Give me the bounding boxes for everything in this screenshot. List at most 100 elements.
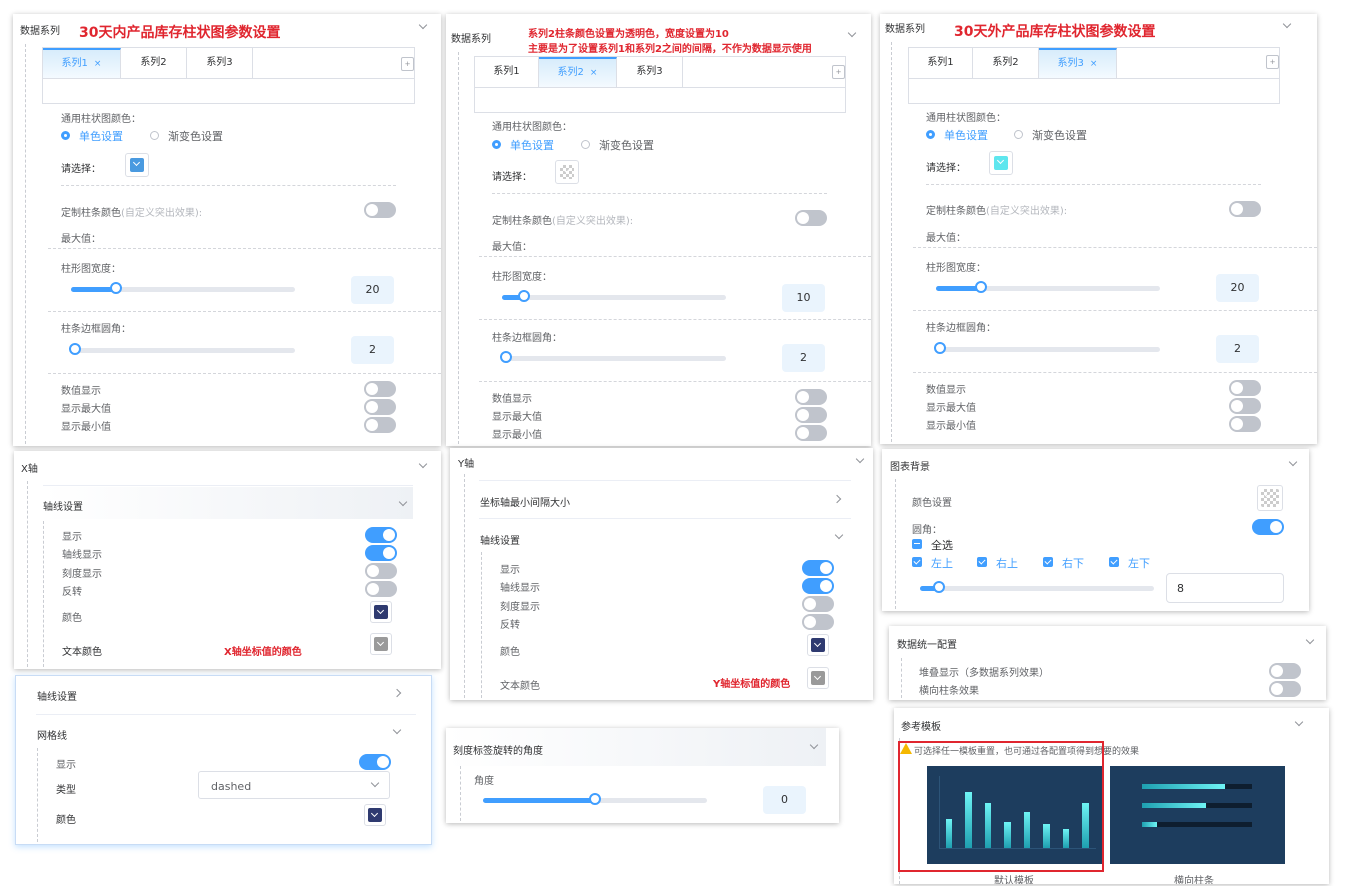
line-type-select[interactable]: dashed [198, 771, 390, 799]
tab-series-2[interactable]: 系列2 × [539, 57, 617, 87]
tab-series-3[interactable]: 系列3 [617, 57, 683, 87]
horizontal-template-name[interactable]: 横向柱条 [1174, 872, 1214, 884]
show-max-toggle[interactable] [1229, 398, 1261, 414]
add-series-icon[interactable]: + [1266, 55, 1279, 69]
tab-series-1[interactable]: 系列1 [909, 48, 973, 78]
radio-gradient-color[interactable] [1014, 130, 1023, 139]
radio-single-color[interactable] [926, 130, 935, 139]
chevron-down-icon[interactable] [1305, 635, 1315, 645]
chevron-down-icon[interactable] [834, 530, 844, 540]
axis-line-toggle[interactable] [365, 545, 397, 561]
chevron-down-icon[interactable] [847, 28, 857, 38]
text-color-picker[interactable] [807, 667, 829, 689]
bar-width-slider[interactable] [71, 282, 295, 294]
show-value-toggle[interactable] [364, 381, 396, 397]
radio-gradient-color[interactable] [150, 131, 159, 140]
default-template-name[interactable]: 默认模板 [994, 872, 1034, 884]
show-min-toggle[interactable] [1229, 416, 1261, 432]
color-picker[interactable] [555, 160, 579, 184]
tick-show-toggle[interactable] [365, 563, 397, 579]
tab-series-3[interactable]: 系列3 × [1039, 48, 1117, 78]
reverse-toggle[interactable] [365, 581, 397, 597]
angle-slider[interactable] [483, 793, 707, 805]
slider-handle[interactable] [518, 290, 531, 302]
bar-width-slider[interactable] [936, 281, 1160, 293]
axis-color-picker[interactable] [807, 634, 829, 656]
tab-series-2[interactable]: 系列2 [973, 48, 1039, 78]
radio-single-label[interactable]: 单色设置 [944, 127, 988, 143]
background-color-picker[interactable] [1257, 485, 1283, 511]
axis-settings-label[interactable]: 轴线设置 [37, 688, 77, 703]
axis-color-picker[interactable] [370, 601, 392, 623]
text-color-picker[interactable] [370, 633, 392, 655]
bar-radius-input[interactable]: 2 [782, 344, 825, 372]
custom-color-toggle[interactable] [795, 210, 827, 226]
bar-radius-slider[interactable] [69, 343, 295, 355]
bar-radius-input[interactable]: 2 [351, 336, 394, 364]
show-max-toggle[interactable] [364, 399, 396, 415]
color-picker[interactable] [989, 151, 1013, 175]
radius-slider[interactable] [920, 581, 1154, 593]
bar-radius-slider[interactable] [500, 351, 726, 363]
horizontal-template-thumbnail[interactable] [1110, 766, 1285, 864]
radius-toggle[interactable] [1252, 519, 1284, 535]
close-icon[interactable]: × [590, 68, 598, 78]
tab-series-3[interactable]: 系列3 [187, 48, 253, 78]
chevron-down-icon[interactable] [1288, 457, 1298, 467]
bar-width-input[interactable]: 10 [782, 284, 825, 312]
show-toggle[interactable] [365, 527, 397, 543]
tab-series-2[interactable]: 系列2 [121, 48, 187, 78]
chevron-down-icon[interactable] [1294, 717, 1304, 727]
select-all-checkbox[interactable] [912, 539, 922, 549]
radio-single-color[interactable] [492, 140, 501, 149]
tab-series-1[interactable]: 系列1 [475, 57, 539, 87]
tick-show-toggle[interactable] [802, 596, 834, 612]
corner-bottom-left-label[interactable]: 左下 [1128, 555, 1150, 571]
show-min-toggle[interactable] [364, 417, 396, 433]
slider-handle[interactable] [589, 793, 601, 805]
corner-bottom-right-label[interactable]: 右下 [1062, 555, 1084, 571]
corner-bottom-right-checkbox[interactable] [1043, 557, 1053, 567]
reverse-toggle[interactable] [802, 614, 834, 630]
add-series-icon[interactable]: + [832, 65, 845, 79]
show-max-toggle[interactable] [795, 407, 827, 423]
chevron-right-icon[interactable] [392, 688, 402, 698]
radio-gradient-color[interactable] [581, 140, 590, 149]
axis-line-toggle[interactable] [802, 578, 834, 594]
show-toggle[interactable] [359, 754, 391, 770]
radio-single-label[interactable]: 单色设置 [79, 128, 123, 144]
add-series-icon[interactable]: + [401, 57, 414, 71]
bar-width-input[interactable]: 20 [351, 276, 394, 304]
grid-color-picker[interactable] [364, 804, 386, 826]
slider-handle[interactable] [500, 351, 513, 363]
chevron-down-icon[interactable] [418, 459, 428, 469]
slider-handle[interactable] [974, 281, 987, 293]
slider-handle[interactable] [932, 581, 945, 593]
bar-width-slider[interactable] [502, 290, 726, 302]
min-interval-label[interactable]: 坐标轴最小间隔大小 [480, 494, 570, 509]
color-picker[interactable] [125, 153, 149, 177]
show-value-toggle[interactable] [795, 389, 827, 405]
bar-radius-input[interactable]: 2 [1216, 335, 1259, 363]
chevron-right-icon[interactable] [832, 494, 842, 504]
tab-series-1[interactable]: 系列1 × [43, 48, 121, 78]
corner-top-left-checkbox[interactable] [912, 557, 922, 567]
corner-top-right-checkbox[interactable] [977, 557, 987, 567]
corner-top-right-label[interactable]: 右上 [996, 555, 1018, 571]
stack-toggle[interactable] [1269, 663, 1301, 679]
slider-handle[interactable] [934, 342, 947, 354]
chevron-down-icon[interactable] [855, 454, 865, 464]
select-all-label[interactable]: 全选 [931, 537, 953, 553]
slider-handle[interactable] [69, 343, 82, 355]
bar-radius-slider[interactable] [934, 342, 1160, 354]
corner-top-left-label[interactable]: 左上 [931, 555, 953, 571]
custom-color-toggle[interactable] [1229, 201, 1261, 217]
angle-input[interactable]: 0 [763, 786, 806, 814]
corner-bottom-left-checkbox[interactable] [1109, 557, 1119, 567]
custom-color-toggle[interactable] [364, 202, 396, 218]
radio-single-color[interactable] [61, 131, 70, 140]
radio-gradient-label[interactable]: 渐变色设置 [599, 137, 654, 153]
default-template-thumbnail[interactable] [927, 766, 1102, 864]
radio-gradient-label[interactable]: 渐变色设置 [168, 128, 223, 144]
slider-handle[interactable] [109, 282, 122, 294]
